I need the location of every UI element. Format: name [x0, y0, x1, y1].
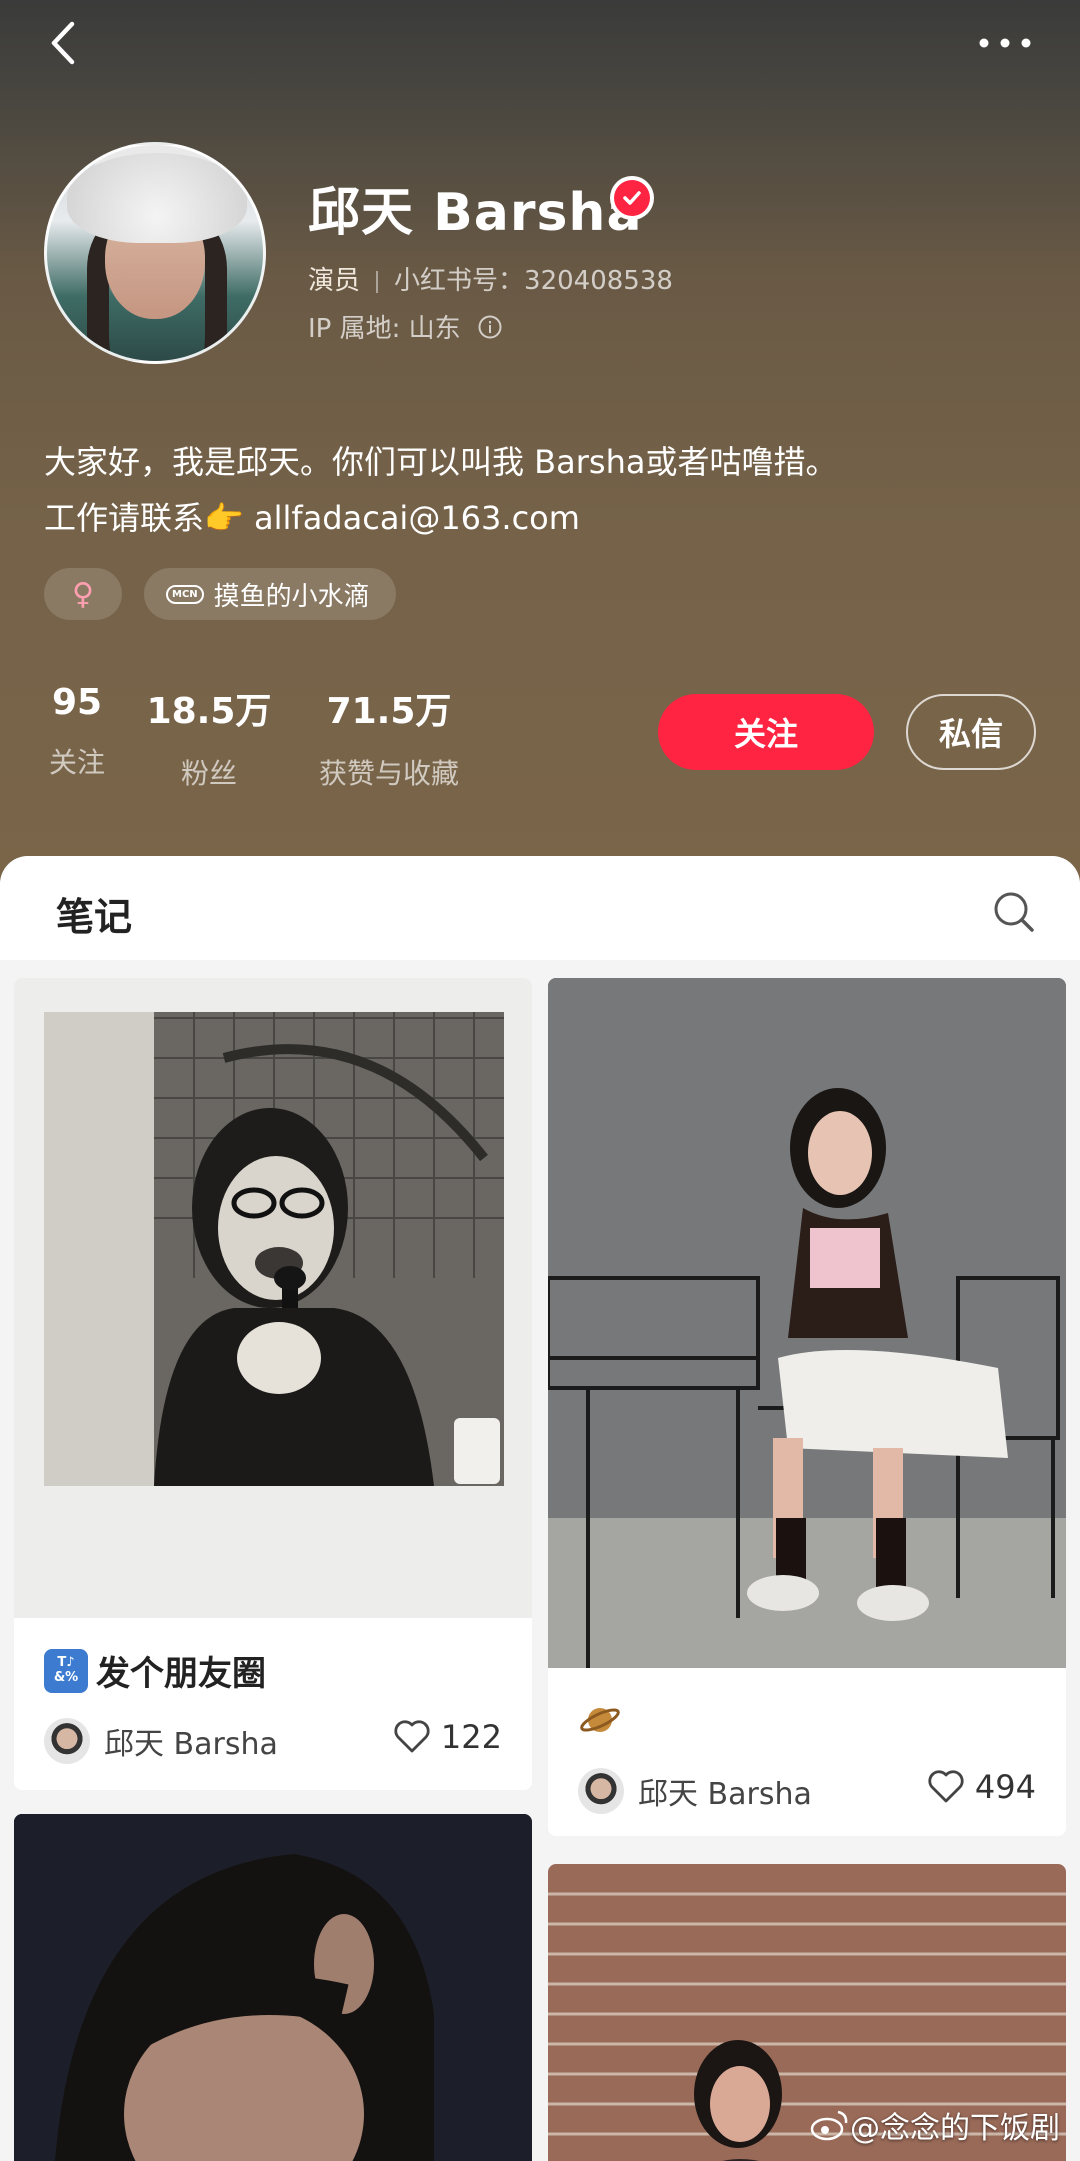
info-icon[interactable]	[477, 314, 503, 340]
chevron-left-icon	[51, 21, 75, 65]
stat-label: 获赞与收藏	[318, 757, 459, 790]
checkmark-icon	[623, 191, 641, 205]
stat-value: 18.5万	[146, 691, 272, 732]
like-count: 122	[440, 1718, 502, 1756]
author-avatar	[578, 1768, 624, 1814]
note-image-fashion	[548, 978, 1066, 1668]
mcn-tag[interactable]: MCN 摸鱼的小水滴	[144, 568, 396, 620]
search-icon	[994, 892, 1034, 932]
notes-tabbar: 笔记	[0, 856, 1080, 960]
note-title-text: 发个朋友圈	[96, 1654, 266, 1694]
id-value: 320408538	[524, 266, 673, 296]
more-button[interactable]	[970, 18, 1040, 68]
profile-meta: 演员 小红书号：320408538	[308, 260, 673, 297]
heart-icon	[928, 1770, 964, 1803]
stat-following[interactable]: 95 关注	[44, 682, 110, 781]
note-author[interactable]: 邱天 Barsha	[44, 1718, 278, 1764]
fashion-photo	[548, 978, 1066, 1668]
watermark: @念念的下饭剧	[810, 2103, 1060, 2147]
note-title: T♪ &% 发个朋友圈	[44, 1646, 266, 1695]
bio-line-2: 工作请联系👉 allfadacai@163.com	[44, 490, 1044, 546]
profile-name: 邱天 Barsha	[308, 183, 643, 243]
note-card[interactable]	[14, 1814, 532, 2161]
stat-value: 95	[51, 682, 103, 723]
occupation: 演员	[308, 266, 361, 296]
pointing-hand-icon: 👉	[204, 499, 244, 537]
stat-followers[interactable]: 18.5万 粉丝	[144, 682, 274, 792]
tab-notes[interactable]: 笔记	[56, 886, 132, 941]
ip-label: IP 属地: 山东	[308, 314, 461, 344]
author-avatar	[44, 1718, 90, 1764]
note-card-footer[interactable]: T♪ &% 发个朋友圈 邱天 Barsha 122	[14, 1618, 532, 1790]
note-image-polaroid	[14, 978, 532, 1618]
portrait-photo	[14, 1814, 532, 2161]
stat-likes-collects[interactable]: 71.5万 获赞与收藏	[306, 682, 472, 792]
message-button[interactable]: 私信	[906, 694, 1036, 770]
author-name: 邱天 Barsha	[104, 1727, 278, 1762]
polaroid-photo	[44, 1012, 504, 1486]
like-count: 494	[974, 1768, 1036, 1806]
mcn-icon: MCN	[166, 584, 204, 604]
stat-label: 粉丝	[180, 757, 237, 790]
note-card[interactable]	[14, 978, 532, 1660]
bio-email: allfadacai@163.com	[254, 499, 580, 537]
note-author[interactable]: 邱天 Barsha	[578, 1768, 812, 1814]
bio: 大家好，我是邱天。你们可以叫我 Barsha或者咕噜措。 工作请联系👉 allf…	[44, 434, 1044, 546]
avatar[interactable]	[44, 142, 266, 364]
bio-line-1: 大家好，我是邱天。你们可以叫我 Barsha或者咕噜措。	[44, 443, 838, 481]
search-button[interactable]	[992, 890, 1036, 934]
weibo-icon	[810, 2110, 848, 2141]
back-button[interactable]	[40, 18, 90, 68]
profile-header: 邱天 Barsha 演员 小红书号：320408538 IP 属地: 山东 大家好…	[0, 0, 1080, 880]
bio-contact-label: 工作请联系	[44, 499, 205, 537]
like-button[interactable]: 494	[927, 1768, 1036, 1806]
mcn-name: 摸鱼的小水滴	[213, 581, 370, 612]
notes-section: 笔记 T♪ &% 发个朋友圈 邱天 Barsha 122 邱天 Barsha 4…	[0, 856, 1080, 2161]
planet-icon	[578, 1698, 622, 1742]
watermark-text: @念念的下饭剧	[850, 2111, 1060, 2146]
stat-label: 关注	[48, 746, 105, 779]
author-name: 邱天 Barsha	[638, 1777, 812, 1812]
heart-icon	[394, 1720, 430, 1753]
follow-button[interactable]: 关注	[658, 694, 874, 770]
female-icon: ♀	[72, 576, 94, 612]
symbols-badge-icon: T♪ &%	[44, 1648, 88, 1693]
verified-badge	[610, 176, 654, 220]
note-title	[578, 1698, 622, 1742]
divider	[376, 270, 379, 293]
note-card[interactable]: 邱天 Barsha 494	[548, 978, 1066, 1836]
gender-tag: ♀	[44, 568, 122, 620]
note-image-portrait	[14, 1814, 532, 2161]
id-label: 小红书号：	[394, 266, 525, 296]
more-dots-icon	[979, 38, 1031, 48]
stat-value: 71.5万	[326, 691, 452, 732]
like-button[interactable]: 122	[393, 1718, 502, 1756]
ip-location: IP 属地: 山东	[308, 308, 503, 345]
avatar-hat	[67, 153, 247, 243]
